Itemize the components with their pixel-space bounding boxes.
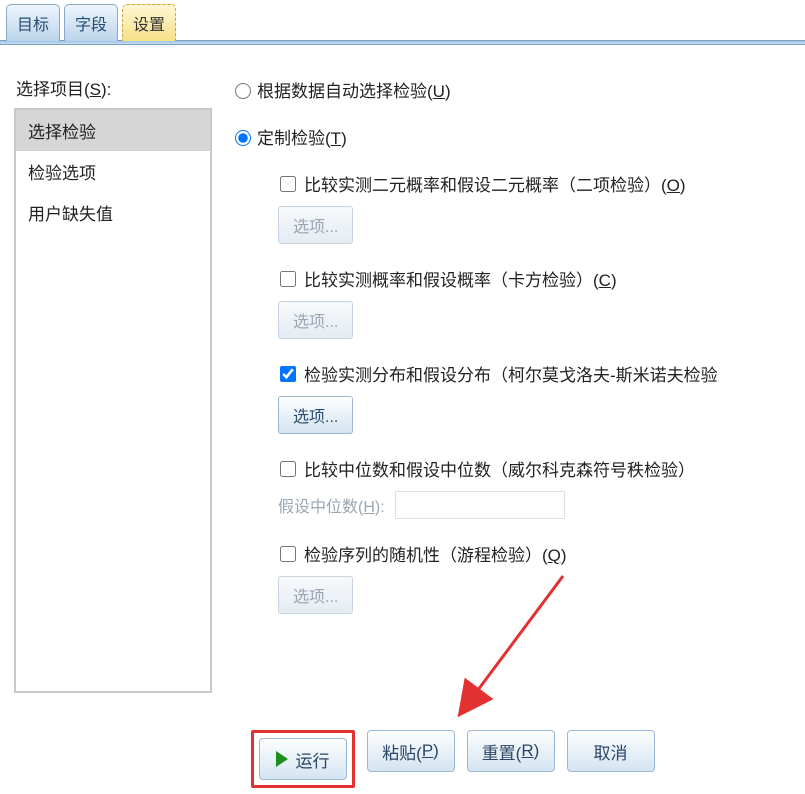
- tab-fields[interactable]: 字段: [64, 4, 118, 41]
- check-binomial-row[interactable]: 比较实测二元概率和假设二元概率（二项检验）(O): [276, 171, 805, 196]
- tab-settings[interactable]: 设置: [122, 4, 176, 41]
- run-button[interactable]: 运行: [259, 738, 347, 780]
- check-ks-input[interactable]: [280, 366, 296, 382]
- chisq-options-button: 选项...: [278, 301, 353, 339]
- check-ks: 检验实测分布和假设分布（柯尔莫戈洛夫-斯米诺夫检验 选项...: [276, 361, 805, 434]
- side-list[interactable]: 选择检验 检验选项 用户缺失值: [14, 108, 212, 693]
- side-panel: 选择项目(S): 选择检验 检验选项 用户缺失值: [14, 75, 212, 693]
- hypothesized-median-row: 假设中位数(H):: [278, 491, 805, 519]
- main-panel: 根据数据自动选择检验(U) 定制检验(T) 比较实测二元概率和假设二元概率（二项…: [230, 75, 805, 693]
- side-item-test-options[interactable]: 检验选项: [16, 151, 210, 192]
- radio-custom-input[interactable]: [235, 130, 251, 146]
- check-chisq-row[interactable]: 比较实测概率和假设概率（卡方检验）(C): [276, 266, 805, 291]
- side-title: 选择项目(S):: [14, 75, 212, 100]
- check-runs-input[interactable]: [280, 546, 296, 562]
- check-binomial: 比较实测二元概率和假设二元概率（二项检验）(O) 选项...: [276, 171, 805, 244]
- side-item-select-tests[interactable]: 选择检验: [16, 110, 210, 151]
- tab-target[interactable]: 目标: [6, 4, 60, 41]
- check-chisq: 比较实测概率和假设概率（卡方检验）(C) 选项...: [276, 266, 805, 339]
- cancel-button[interactable]: 取消: [567, 730, 655, 772]
- check-ks-row[interactable]: 检验实测分布和假设分布（柯尔莫戈洛夫-斯米诺夫检验: [276, 361, 805, 386]
- runs-options-button: 选项...: [278, 576, 353, 614]
- check-runs-row[interactable]: 检验序列的随机性（游程检验）(Q): [276, 541, 805, 566]
- check-binomial-input[interactable]: [280, 176, 296, 192]
- ks-options-button[interactable]: 选项...: [278, 396, 353, 434]
- radio-auto[interactable]: 根据数据自动选择检验(U): [230, 77, 805, 102]
- side-item-user-missing[interactable]: 用户缺失值: [16, 192, 210, 233]
- paste-button[interactable]: 粘贴(P): [367, 730, 455, 772]
- radio-auto-input[interactable]: [235, 83, 251, 99]
- radio-custom[interactable]: 定制检验(T): [230, 124, 805, 149]
- check-chisq-input[interactable]: [280, 271, 296, 287]
- play-icon: [276, 751, 288, 767]
- tab-bar: 目标 字段 设置: [0, 0, 805, 40]
- run-button-highlight: 运行: [251, 730, 355, 788]
- check-wilcoxon-input[interactable]: [280, 461, 296, 477]
- reset-button[interactable]: 重置(R): [467, 730, 555, 772]
- check-wilcoxon: 比较中位数和假设中位数（威尔科克森符号秩检验） 假设中位数(H):: [276, 456, 805, 519]
- hypothesized-median-input[interactable]: [395, 491, 565, 519]
- check-wilcoxon-row[interactable]: 比较中位数和假设中位数（威尔科克森符号秩检验）: [276, 456, 805, 481]
- check-runs: 检验序列的随机性（游程检验）(Q) 选项...: [276, 541, 805, 614]
- dialog-button-bar: 运行 粘贴(P) 重置(R) 取消: [0, 730, 805, 788]
- binomial-options-button: 选项...: [278, 206, 353, 244]
